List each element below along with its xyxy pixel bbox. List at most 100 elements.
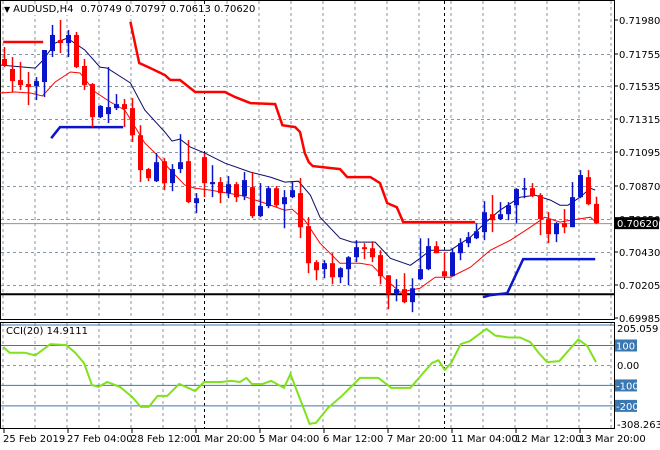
candle-body: [298, 193, 303, 228]
candle-body: [18, 80, 23, 86]
candle: [362, 243, 367, 260]
candle: [146, 168, 151, 182]
candle-body: [290, 190, 295, 198]
x-tick-label: 13 Mar 20:00: [579, 434, 646, 445]
cci-tick-label: 100: [616, 341, 635, 352]
lower-channel-line: [482, 257, 596, 299]
candle: [298, 178, 303, 239]
candle-body: [178, 162, 183, 170]
candle: [154, 153, 159, 183]
moving-average-slow: [0, 37, 596, 266]
candle-body: [210, 182, 215, 185]
candle: [594, 196, 599, 225]
candle-body: [106, 107, 111, 115]
candle: [74, 31, 79, 69]
candle: [162, 158, 167, 191]
candle-body: [58, 40, 63, 44]
candle: [338, 267, 343, 284]
candle-body: [346, 257, 351, 270]
x-tick-label: 25 Feb 2019: [3, 434, 65, 445]
candle: [170, 164, 175, 192]
candle-body: [498, 214, 503, 220]
candle: [442, 252, 447, 278]
y-tick-label: 0.71315: [619, 115, 660, 126]
candle: [58, 20, 63, 54]
candle: [490, 195, 495, 233]
candle: [306, 217, 311, 274]
cci-tick-label: -100: [616, 381, 639, 392]
dropdown-triangle-icon[interactable]: ▼: [4, 5, 10, 14]
candle-body: [50, 34, 55, 52]
cci-tick-label: -308.2639: [617, 420, 660, 431]
moving-average-fast: [0, 71, 598, 293]
candle: [394, 279, 399, 302]
candle-body: [234, 184, 239, 198]
candle-body: [98, 106, 103, 118]
candle: [570, 182, 575, 228]
candle: [98, 105, 103, 119]
current-price-label: 0.70620: [617, 219, 658, 230]
candle: [346, 256, 351, 286]
candle: [402, 273, 407, 304]
candle: [82, 58, 87, 91]
price-chart[interactable]: 0.71980 0.71755 0.71535 0.71315 0.71095 0.708…: [0, 0, 660, 450]
candle: [378, 250, 383, 285]
chart-header: ▼ AUDUSD,H4 0.70749 0.70797 0.70613 0.70…: [4, 4, 256, 15]
candle-body: [466, 237, 471, 244]
candle-body: [418, 269, 423, 280]
candle-body: [250, 187, 255, 217]
candle-body: [186, 161, 191, 203]
candle: [250, 172, 255, 219]
candle-body: [2, 58, 7, 66]
candle-body: [482, 212, 487, 233]
candle: [522, 178, 527, 199]
x-tick-label: 12 Mar 12:00: [515, 434, 582, 445]
candle: [202, 153, 207, 198]
candle-body: [138, 135, 143, 171]
candle-body: [226, 184, 231, 194]
candle: [274, 186, 279, 208]
x-tick-label: 11 Mar 04:00: [451, 434, 518, 445]
x-tick-label: 28 Feb 12:00: [131, 434, 197, 445]
candle-body: [218, 182, 223, 194]
candle: [370, 241, 375, 263]
candle-body: [202, 157, 207, 184]
x-tick-label: 7 Mar 20:00: [387, 434, 447, 445]
candle-body: [586, 177, 591, 205]
y-tick-label: 0.71535: [619, 82, 660, 93]
candle-body: [306, 226, 311, 264]
candle-body: [130, 108, 135, 136]
lower-channel-line: [50, 125, 124, 139]
candle: [50, 24, 55, 58]
candle: [538, 193, 543, 236]
cci-label: CCI(20): [6, 326, 44, 337]
candle-body: [266, 188, 271, 207]
cci-line: [2, 327, 597, 426]
candle: [530, 183, 535, 198]
candle-body: [562, 223, 567, 228]
candle: [426, 238, 431, 271]
candle-body: [66, 34, 71, 44]
candle: [242, 172, 247, 201]
x-tick-label: 27 Feb 04:00: [67, 434, 133, 445]
candle-body: [554, 223, 559, 235]
candle: [266, 186, 271, 209]
candle-body: [26, 84, 31, 88]
candle-body: [282, 197, 287, 205]
candle: [410, 278, 415, 313]
candle: [186, 140, 191, 204]
candle-body: [522, 188, 527, 190]
cci-value: 14.9111: [46, 326, 88, 337]
candle-body: [90, 84, 95, 118]
candle: [466, 232, 471, 248]
candle: [450, 248, 455, 277]
cci-tick-label: 0.00: [617, 361, 639, 372]
candle-body: [74, 34, 79, 68]
candle-body: [594, 203, 599, 224]
y-tick-label: 0.70430: [619, 248, 660, 259]
candle-body: [322, 263, 327, 270]
candle-body: [474, 231, 479, 239]
candle: [386, 275, 391, 310]
candle: [210, 165, 215, 198]
y-tick-label: 0.70870: [619, 182, 660, 193]
